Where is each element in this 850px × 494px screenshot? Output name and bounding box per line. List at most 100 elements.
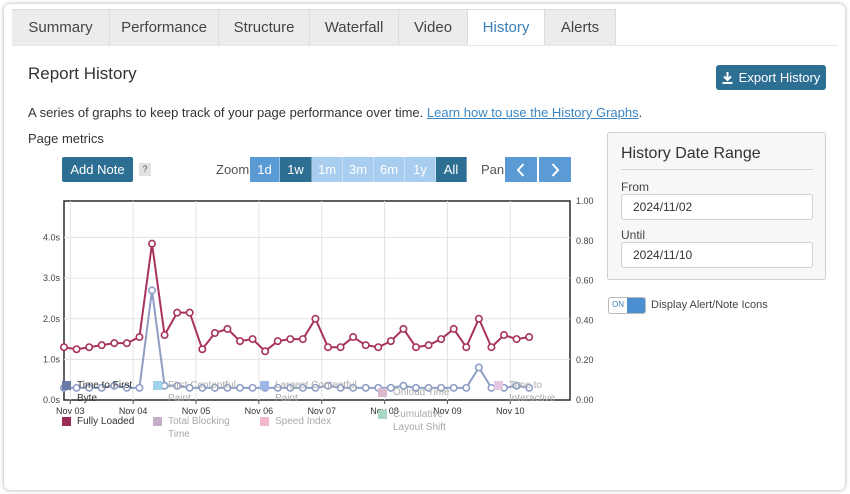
legend-item[interactable]: Largest Contentful Paint — [260, 379, 360, 405]
y-left-tick-label: 4.0s — [43, 233, 61, 243]
tab-history[interactable]: History — [468, 9, 545, 45]
add-note-button[interactable]: Add Note — [62, 157, 133, 182]
until-label: Until — [621, 228, 646, 242]
legend-item[interactable]: Cumulative Layout Shift — [378, 408, 473, 434]
data-point — [487, 343, 496, 352]
data-point — [336, 343, 345, 352]
legend-item[interactable]: First Contentful Paint — [153, 379, 243, 405]
zoom-6m-button[interactable]: 6m — [374, 157, 405, 182]
tab-bar: Summary Performance Structure Waterfall … — [12, 9, 616, 45]
y-left-tick-label: 0.0s — [43, 395, 61, 405]
y-right-tick-label: 1.00 — [576, 196, 594, 206]
legend-label: Time to Interactive — [509, 380, 556, 404]
y-right-tick-label: 0.60 — [576, 276, 594, 286]
legend-label: Total Blocking Time — [168, 416, 230, 440]
tab-waterfall[interactable]: Waterfall — [310, 9, 399, 45]
y-right-tick-label: 0.20 — [576, 355, 594, 365]
data-point — [59, 343, 68, 352]
zoom-all-button[interactable]: All — [436, 157, 467, 182]
legend-swatch — [378, 388, 387, 397]
data-point — [122, 339, 131, 348]
zoom-label: Zoom — [216, 162, 250, 177]
tab-structure[interactable]: Structure — [219, 9, 310, 45]
legend-item[interactable]: Time to First Byte — [62, 379, 142, 405]
pan-right-button[interactable] — [539, 157, 571, 182]
data-point — [248, 335, 257, 344]
data-point — [160, 331, 169, 340]
until-date-input[interactable]: 2024/11/10 — [621, 242, 813, 268]
y-left-tick-label: 2.0s — [43, 314, 61, 324]
data-point — [399, 324, 408, 333]
legend-swatch — [153, 417, 162, 426]
data-point — [462, 343, 471, 352]
data-point — [386, 337, 395, 346]
from-date-input[interactable]: 2024/11/02 — [621, 194, 813, 220]
data-point — [210, 328, 219, 337]
data-point — [311, 314, 320, 323]
export-history-label: Export History — [738, 70, 821, 85]
legend-item[interactable]: Speed Index — [260, 415, 340, 428]
history-graphs-help-link[interactable]: Learn how to use the History Graphs — [427, 105, 639, 120]
legend-label: Onload Time — [393, 387, 450, 398]
legend-swatch — [378, 410, 387, 419]
legend-item[interactable]: Time to Interactive — [494, 379, 564, 405]
y-left-tick-label: 1.0s — [43, 354, 61, 364]
data-point — [298, 335, 307, 344]
legend-swatch — [62, 417, 71, 426]
zoom-1d-button[interactable]: 1d — [250, 157, 280, 182]
data-point — [323, 343, 332, 352]
data-point — [236, 337, 245, 346]
download-icon — [722, 71, 733, 84]
legend-item[interactable]: Fully Loaded — [62, 415, 142, 428]
legend-label: Cumulative Layout Shift — [393, 409, 446, 433]
help-icon[interactable]: ? — [139, 163, 151, 176]
pan-label: Pan — [481, 162, 505, 177]
data-point — [437, 335, 446, 344]
data-point — [185, 308, 194, 317]
legend-swatch — [260, 417, 269, 426]
tab-alerts[interactable]: Alerts — [545, 9, 616, 45]
data-point — [361, 341, 370, 350]
data-point — [148, 239, 157, 248]
export-history-button[interactable]: Export History — [716, 65, 826, 90]
legend-item[interactable]: Total Blocking Time — [153, 415, 253, 441]
tab-performance[interactable]: Performance — [110, 9, 219, 45]
zoom-1w-button[interactable]: 1w — [280, 157, 312, 182]
pan-left-button[interactable] — [505, 157, 537, 182]
legend-swatch — [62, 381, 71, 390]
data-point — [411, 343, 420, 352]
tab-summary[interactable]: Summary — [12, 9, 110, 45]
description-text: A series of graphs to keep track of your… — [28, 105, 424, 120]
x-tick-label: Nov 10 — [496, 406, 525, 416]
zoom-3m-button[interactable]: 3m — [343, 157, 374, 182]
data-point — [273, 337, 282, 346]
data-point — [361, 383, 370, 392]
date-range-title: History Date Range — [621, 145, 813, 170]
zoom-1m-button[interactable]: 1m — [312, 157, 343, 182]
data-point — [110, 339, 119, 348]
legend-label: Largest Contentful Paint — [275, 380, 357, 404]
legend-item[interactable]: Onload Time — [378, 386, 468, 399]
data-point — [97, 341, 106, 350]
data-point — [349, 333, 358, 342]
y-right-tick-label: 0.40 — [576, 315, 594, 325]
y-left-tick-label: 3.0s — [43, 273, 61, 283]
legend-label: Time to First Byte — [77, 380, 133, 404]
y-right-tick-label: 0.00 — [576, 395, 594, 405]
data-point — [474, 314, 483, 323]
data-point — [173, 308, 182, 317]
tab-video[interactable]: Video — [399, 9, 468, 45]
plot-area — [63, 200, 571, 401]
legend-swatch — [153, 381, 162, 390]
page-title: Report History — [28, 64, 137, 83]
from-label: From — [621, 180, 649, 194]
alert-icons-toggle[interactable]: ON — [608, 297, 646, 314]
y-right-tick-label: 0.80 — [576, 236, 594, 246]
description-end: . — [638, 105, 643, 120]
data-point — [223, 324, 232, 333]
page-description: A series of graphs to keep track of your… — [28, 105, 642, 120]
zoom-1y-button[interactable]: 1y — [405, 157, 436, 182]
chevron-left-icon — [516, 163, 525, 177]
data-point — [85, 343, 94, 352]
toggle-state-label: ON — [612, 300, 624, 309]
